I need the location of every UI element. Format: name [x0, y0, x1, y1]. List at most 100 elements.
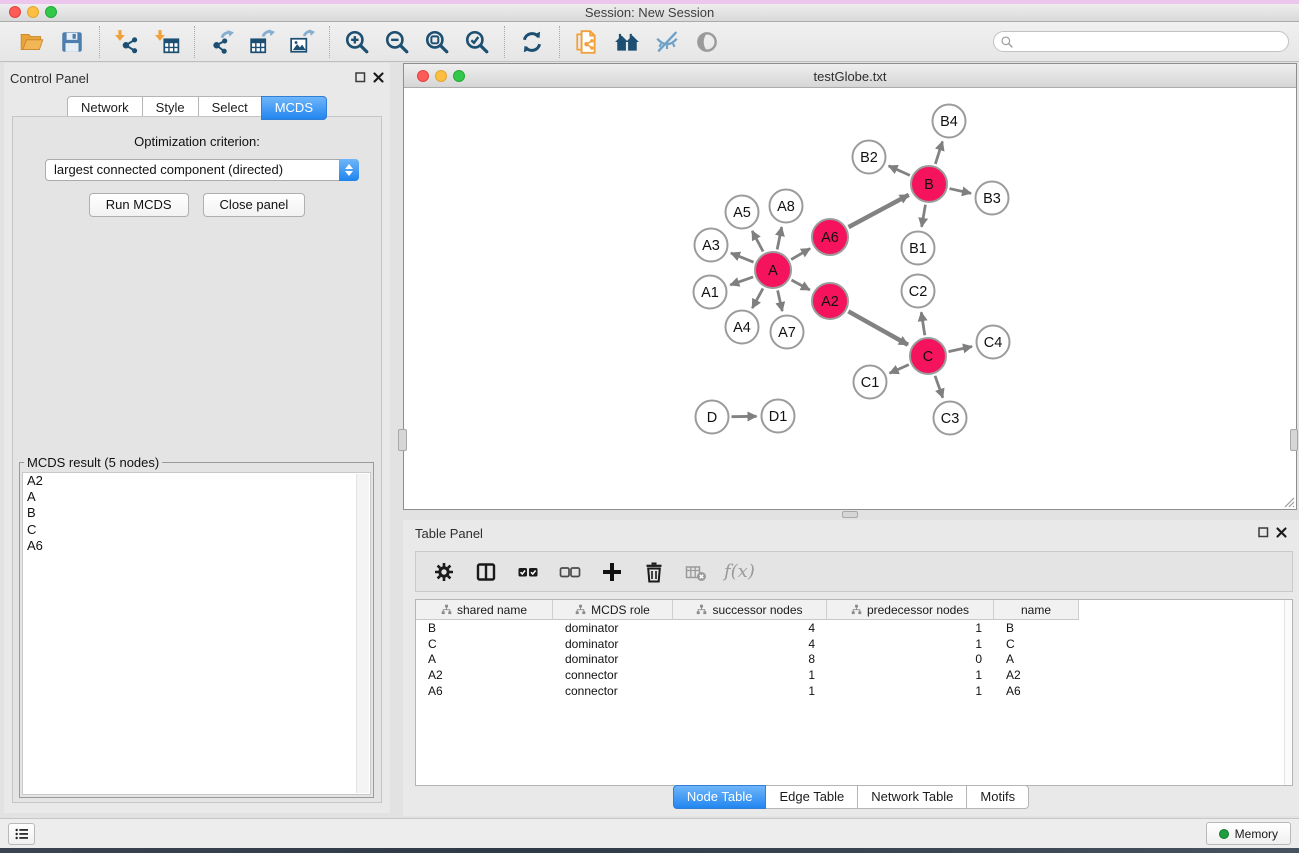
zoom-out-icon[interactable]: [377, 25, 417, 59]
open-file-icon[interactable]: [12, 25, 52, 59]
deselect-all-icon[interactable]: [554, 556, 586, 588]
table-cell[interactable]: B: [994, 621, 1079, 635]
column-header-name[interactable]: name: [994, 600, 1079, 620]
table-cell[interactable]: 8: [673, 652, 827, 666]
select-all-icon[interactable]: [512, 556, 544, 588]
network-window-titlebar[interactable]: testGlobe.txt: [404, 64, 1296, 88]
network-canvas[interactable]: B4B2BB3A5A8A6B1A3AA1C2A2A4A7CC4C1C3DD1: [404, 88, 1296, 509]
close-table-panel-icon[interactable]: [1276, 527, 1287, 538]
network-node-A3[interactable]: A3: [695, 229, 728, 262]
table-cell[interactable]: A6: [416, 684, 553, 698]
network-node-C1[interactable]: C1: [854, 366, 887, 399]
network-edge-A-A4[interactable]: [752, 288, 763, 308]
gear-icon[interactable]: [428, 556, 460, 588]
table-cell[interactable]: A2: [994, 668, 1079, 682]
table-cell[interactable]: 4: [673, 621, 827, 635]
result-list-scrollbar[interactable]: [356, 474, 369, 793]
table-cell[interactable]: dominator: [553, 637, 673, 651]
add-column-icon[interactable]: [596, 556, 628, 588]
tab-mcds[interactable]: MCDS: [261, 96, 327, 120]
network-node-C[interactable]: C: [910, 338, 946, 374]
delete-column-icon[interactable]: [638, 556, 670, 588]
left-splitter-handle[interactable]: [398, 429, 407, 451]
hide-panel-icon[interactable]: [647, 25, 687, 59]
horizontal-splitter-handle[interactable]: [842, 511, 858, 518]
network-node-A[interactable]: A: [755, 252, 791, 288]
close-panel-icon[interactable]: [373, 72, 384, 83]
table-cell[interactable]: 1: [827, 637, 994, 651]
import-network-icon[interactable]: [107, 25, 147, 59]
export-network-icon[interactable]: [202, 25, 242, 59]
table-cell[interactable]: 0: [827, 652, 994, 666]
table-row[interactable]: A6connector11A6: [416, 683, 1292, 699]
table-cell[interactable]: 4: [673, 637, 827, 651]
table-cell[interactable]: A2: [416, 668, 553, 682]
result-item[interactable]: B: [23, 505, 370, 521]
table-row[interactable]: Bdominator41B: [416, 620, 1292, 636]
column-header-shared-name[interactable]: shared name: [416, 600, 553, 620]
column-header-successor-nodes[interactable]: successor nodes: [673, 600, 827, 620]
network-node-B1[interactable]: B1: [902, 232, 935, 265]
table-tab-node-table[interactable]: Node Table: [673, 785, 767, 809]
network-node-C4[interactable]: C4: [977, 326, 1010, 359]
network-edge-A-A8[interactable]: [777, 227, 782, 249]
criterion-dropdown[interactable]: largest connected component (directed): [45, 159, 359, 181]
network-edge-A-A7[interactable]: [778, 290, 783, 311]
close-panel-button[interactable]: Close panel: [203, 193, 306, 217]
result-item[interactable]: A2: [23, 473, 370, 489]
table-cell[interactable]: 1: [827, 684, 994, 698]
table-tab-motifs[interactable]: Motifs: [966, 785, 1029, 809]
function-builder-icon[interactable]: f(x): [724, 561, 755, 582]
network-edge-B-B2[interactable]: [889, 166, 910, 176]
task-history-button[interactable]: [8, 823, 35, 845]
network-node-A1[interactable]: A1: [694, 276, 727, 309]
run-mcds-button[interactable]: Run MCDS: [89, 193, 189, 217]
network-node-A6[interactable]: A6: [812, 219, 848, 255]
network-edge-B-B1[interactable]: [922, 205, 926, 227]
table-row[interactable]: Cdominator41C: [416, 636, 1292, 652]
network-edge-C-C4[interactable]: [949, 347, 972, 352]
refresh-layout-icon[interactable]: [512, 25, 552, 59]
table-cell[interactable]: 1: [673, 684, 827, 698]
table-cell[interactable]: dominator: [553, 652, 673, 666]
column-header-predecessor-nodes[interactable]: predecessor nodes: [827, 600, 994, 620]
export-table-icon[interactable]: [242, 25, 282, 59]
network-node-A2[interactable]: A2: [812, 283, 848, 319]
table-cell[interactable]: connector: [553, 668, 673, 682]
result-item[interactable]: A: [23, 489, 370, 505]
table-scrollbar[interactable]: [1284, 600, 1292, 785]
network-node-C2[interactable]: C2: [902, 275, 935, 308]
zoom-fit-icon[interactable]: [417, 25, 457, 59]
column-header-mcds-role[interactable]: MCDS role: [553, 600, 673, 620]
network-node-B[interactable]: B: [911, 166, 947, 202]
network-edge-A-A3[interactable]: [731, 253, 754, 262]
network-node-B2[interactable]: B2: [853, 141, 886, 174]
table-cell[interactable]: B: [416, 621, 553, 635]
network-edge-A-A1[interactable]: [730, 277, 753, 285]
export-image-icon[interactable]: [282, 25, 322, 59]
zoom-in-icon[interactable]: [337, 25, 377, 59]
table-cell[interactable]: 1: [827, 668, 994, 682]
network-edge-A2-C[interactable]: [848, 311, 908, 344]
network-edge-C-C2[interactable]: [921, 312, 925, 335]
table-cell[interactable]: 1: [827, 621, 994, 635]
network-node-D1[interactable]: D1: [762, 400, 795, 433]
network-edge-B-B3[interactable]: [949, 189, 971, 194]
memory-button[interactable]: Memory: [1206, 822, 1291, 845]
network-node-D[interactable]: D: [696, 401, 729, 434]
eye-icon[interactable]: [687, 25, 727, 59]
table-cell[interactable]: dominator: [553, 621, 673, 635]
save-session-icon[interactable]: [52, 25, 92, 59]
network-edge-B-B4[interactable]: [935, 141, 942, 163]
network-edge-A-A2[interactable]: [791, 280, 809, 290]
table-tab-network-table[interactable]: Network Table: [857, 785, 967, 809]
zoom-selected-icon[interactable]: [457, 25, 497, 59]
table-cell[interactable]: A: [416, 652, 553, 666]
table-cell[interactable]: C: [416, 637, 553, 651]
network-edge-A-A6[interactable]: [791, 249, 810, 260]
search-input[interactable]: [993, 31, 1289, 52]
split-columns-icon[interactable]: [470, 556, 502, 588]
network-node-A7[interactable]: A7: [771, 316, 804, 349]
right-splitter-handle[interactable]: [1290, 429, 1298, 451]
copy-network-icon[interactable]: [567, 25, 607, 59]
